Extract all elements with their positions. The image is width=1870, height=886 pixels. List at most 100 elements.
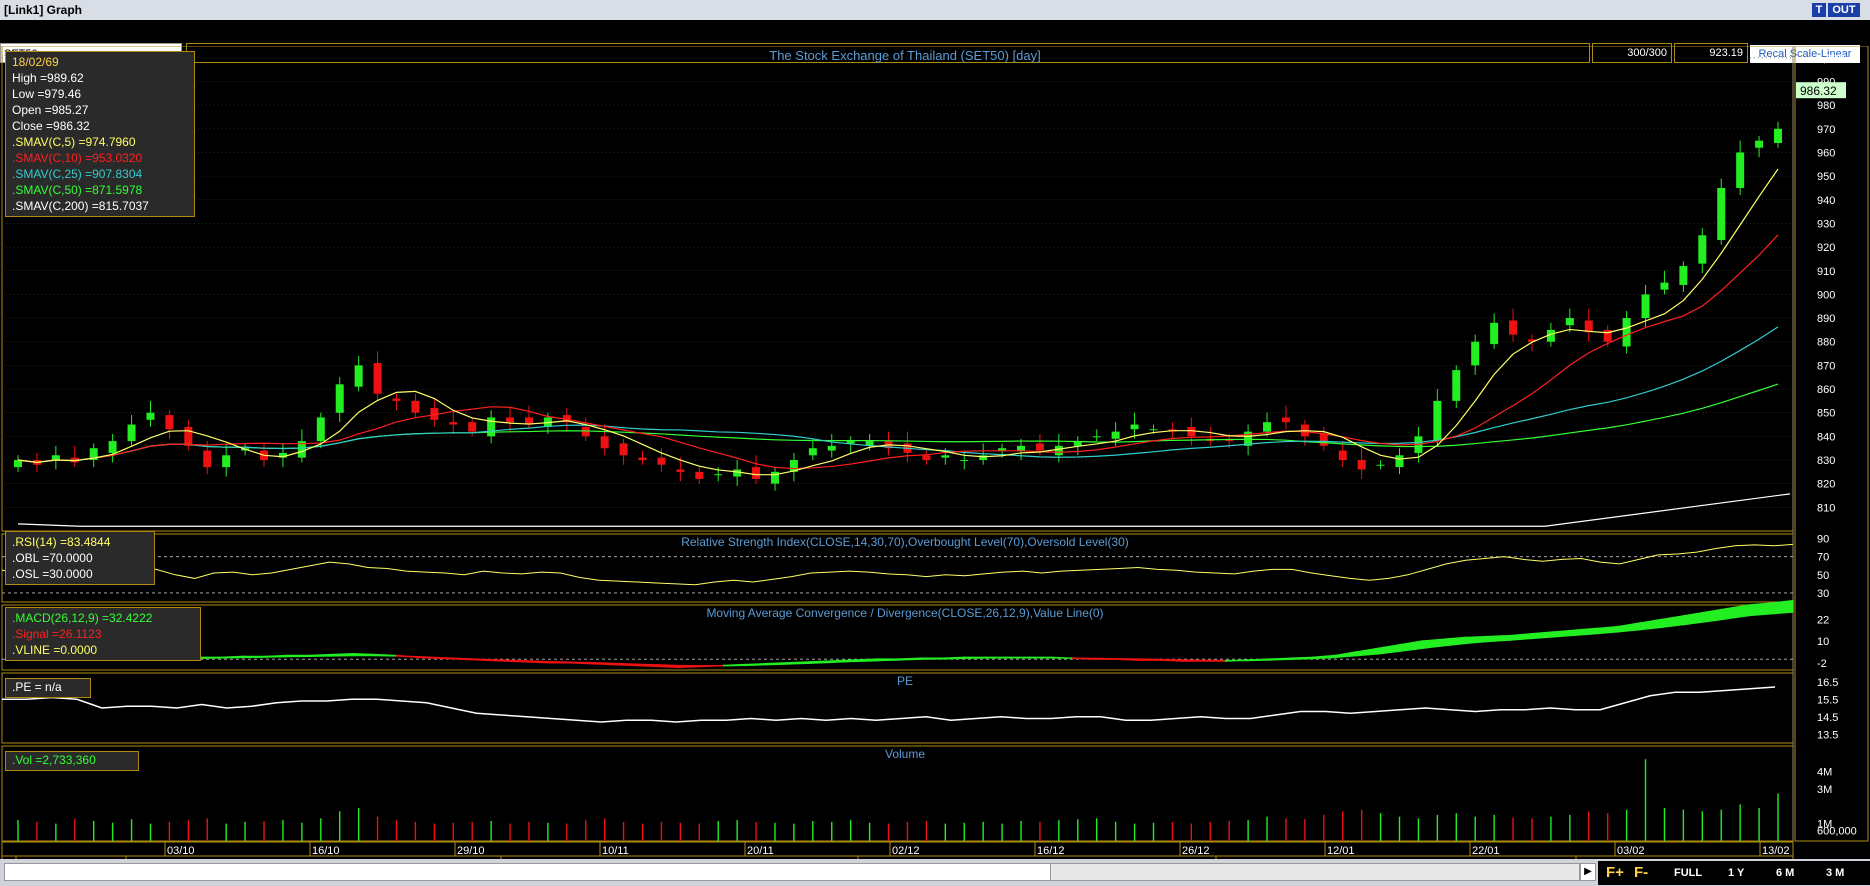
chart-area[interactable]: 810 820 830 840 850 860 870 880 890 900 910 920 930 9… [0, 46, 1870, 859]
scroll-right-arrow-icon[interactable]: ▶ [1580, 863, 1596, 881]
candle-up [316, 417, 325, 442]
candle-up [941, 455, 950, 458]
macd-histogram-segment [1661, 614, 1685, 629]
info-row: .SMAV(C,10) =953.0320 [12, 151, 143, 165]
macd-histogram-segment [526, 660, 550, 664]
macd-histogram-segment [1595, 625, 1620, 635]
out-button[interactable]: OUT [1828, 3, 1860, 17]
candle-down [1187, 426, 1196, 437]
scroll-thumb[interactable] [1050, 863, 1580, 881]
candle-down [411, 400, 420, 413]
macd-histogram-segment [1159, 658, 1183, 662]
candle-up [1774, 128, 1782, 143]
y-tick-label: 880 [1817, 337, 1835, 349]
pe-tick-label: 15.5 [1817, 694, 1838, 706]
candle-up [808, 448, 817, 456]
macd-histogram-segment [744, 662, 769, 667]
macd-histogram-segment [1486, 634, 1511, 643]
candle-up [1622, 318, 1631, 347]
candle-down [676, 469, 685, 472]
date-tick-label: 03/02 [1617, 845, 1645, 857]
pe-tick-label: 16.5 [1817, 677, 1838, 689]
candle-down [1357, 460, 1366, 470]
macd-pane-title: Moving Average Convergence / Divergence(… [706, 606, 1103, 620]
y-tick-label: 930 [1817, 218, 1835, 230]
macd-histogram-segment [963, 656, 987, 660]
macd-histogram-segment [1050, 656, 1074, 660]
info-row: .SMAV(C,200) =815.7037 [12, 199, 149, 213]
candle-up [1149, 429, 1158, 431]
candle-down [392, 398, 401, 401]
candle-up [222, 455, 231, 468]
full-button[interactable]: FULL [1674, 867, 1702, 879]
candle-up [335, 384, 344, 413]
macd-histogram-segment [264, 654, 289, 658]
macd-histogram-segment [1770, 599, 1794, 615]
macd-histogram-segment [1748, 602, 1772, 617]
macd-histogram-segment [875, 658, 900, 662]
macd-histogram-segment [1443, 636, 1467, 647]
y-tick-label: 980 [1817, 100, 1835, 112]
candle-up [1263, 422, 1272, 432]
one-year-button[interactable]: 1 Y [1728, 867, 1744, 879]
candle-down [1509, 320, 1518, 335]
macd-histogram-segment [1355, 647, 1380, 657]
macd-histogram-segment [984, 656, 1009, 659]
period-buttons: F+ F- FULL 1 Y 6 M 3 M [1598, 861, 1870, 885]
volume-tick-label: 3M [1817, 784, 1832, 796]
t-button[interactable]: T [1812, 3, 1826, 17]
info-row: Close =986.32 [12, 119, 90, 133]
macd-histogram-segment [1333, 651, 1358, 659]
y-tick-label: 850 [1817, 408, 1835, 420]
macd-histogram-segment [1137, 658, 1161, 661]
six-month-button[interactable]: 6 M [1776, 867, 1794, 879]
candle-up [127, 424, 136, 442]
candle-down [752, 467, 761, 479]
rsi-tick-label: 70 [1817, 552, 1829, 564]
macd-histogram-segment [504, 659, 529, 663]
macd-histogram-segment [548, 660, 572, 664]
macd-histogram-segment [1072, 657, 1096, 660]
macd-histogram-segment [417, 656, 441, 660]
macd-histogram-segment [461, 657, 485, 661]
macd-histogram-segment [941, 656, 965, 660]
macd-histogram-segment [1683, 611, 1707, 626]
date-tick-label: 22/01 [1472, 845, 1500, 857]
rsi-tick-label: 30 [1817, 588, 1829, 600]
zoom-in-button[interactable]: F+ [1606, 864, 1624, 881]
macd-histogram-segment [1093, 657, 1118, 660]
macd-histogram-segment [330, 652, 354, 657]
candle-up [1433, 400, 1442, 442]
macd-histogram-segment [897, 657, 921, 661]
ohlc-info-box: 18/02/69 High =989.62 Low =979.46 Open =98… [5, 51, 195, 217]
date-tick-label: 12/01 [1327, 845, 1355, 857]
y-tick-label: 890 [1817, 313, 1835, 325]
three-month-button[interactable]: 3 M [1826, 867, 1844, 879]
date-tick-label: 10/11 [602, 845, 629, 857]
window-titlebar: [Link1] Graph T OUT [0, 0, 1870, 21]
macd-histogram-segment [788, 661, 812, 665]
macd-histogram-segment [635, 663, 660, 668]
macd-histogram-segment [701, 664, 725, 668]
zoom-out-button[interactable]: F- [1634, 864, 1648, 881]
macd-histogram-segment [613, 662, 638, 667]
scroll-track-left[interactable] [4, 863, 1054, 881]
candle-up [1471, 341, 1480, 366]
y-tick-label: 920 [1817, 242, 1835, 254]
candle-up [14, 460, 22, 468]
candle-up [1017, 445, 1026, 451]
macd-row: .VLINE =0.0000 [12, 643, 98, 657]
macd-histogram-segment [657, 664, 681, 669]
macd-histogram-segment [286, 654, 310, 658]
candle-down [695, 471, 704, 479]
y-tick-label: 870 [1817, 360, 1835, 372]
macd-histogram-segment [679, 664, 703, 669]
rsi-tick-label: 90 [1817, 534, 1829, 546]
macd-histogram-segment [1290, 656, 1314, 660]
pe-line [2, 686, 1776, 723]
candle-down [468, 422, 477, 432]
macd-histogram-segment [1464, 635, 1489, 645]
macd-histogram-segment [1377, 643, 1401, 655]
y-tick-label: 940 [1817, 195, 1835, 207]
macd-histogram-segment [919, 657, 943, 660]
